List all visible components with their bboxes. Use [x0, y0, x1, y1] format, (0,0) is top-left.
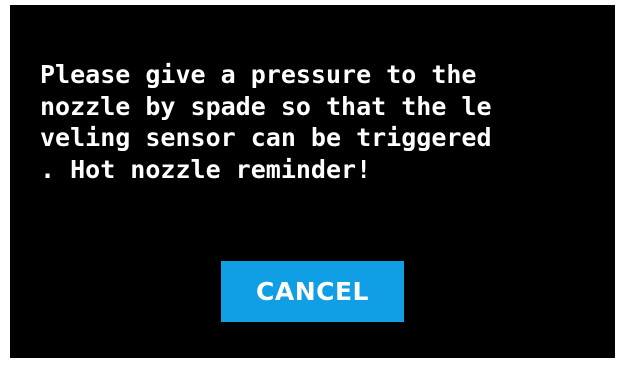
message-line: nozzle by spade so that the le: [40, 91, 492, 121]
dialog-screen: Please give a pressure to the nozzle by s…: [10, 5, 615, 358]
leveling-instruction-message: Please give a pressure to the nozzle by s…: [40, 59, 610, 185]
message-line: Please give a pressure to the: [40, 60, 477, 89]
message-line: veling sensor can be triggered: [40, 123, 492, 152]
device-frame: Please give a pressure to the nozzle by s…: [0, 0, 623, 365]
message-line: . Hot nozzle reminder!: [40, 154, 372, 184]
cancel-button[interactable]: CANCEL: [221, 261, 404, 322]
